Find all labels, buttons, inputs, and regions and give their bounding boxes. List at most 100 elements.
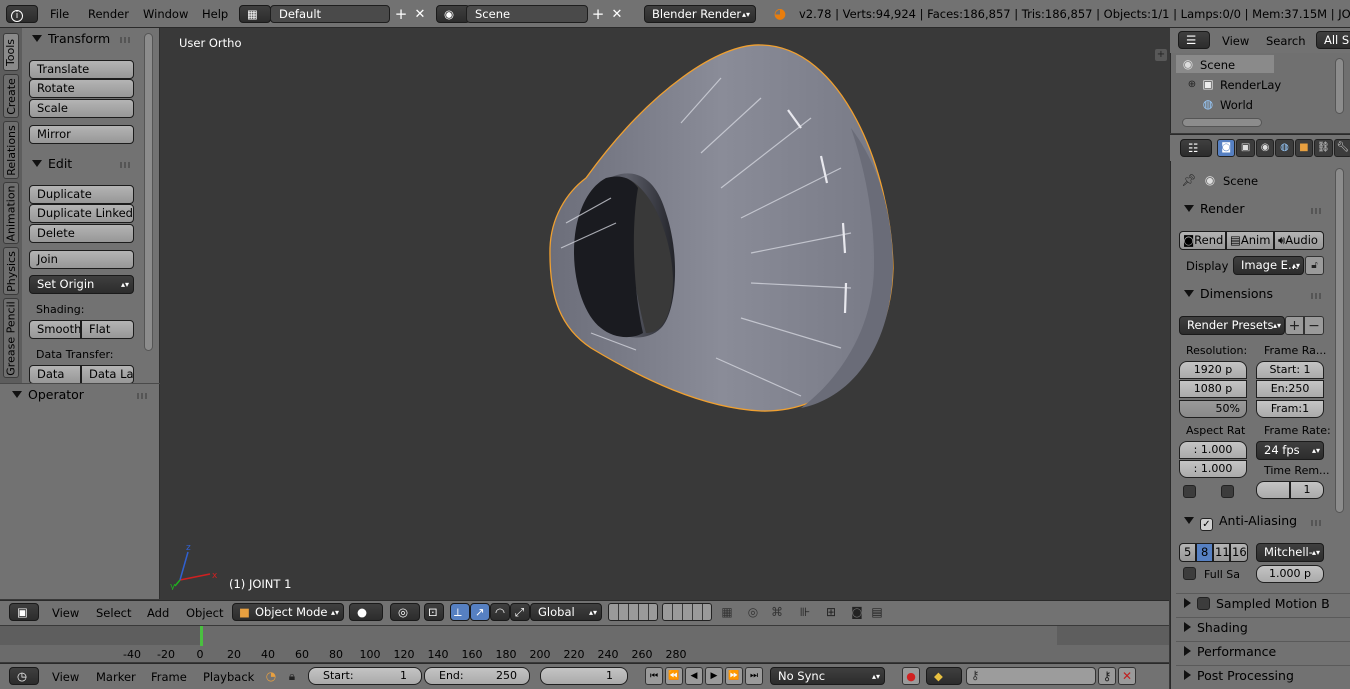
motion-blur-checkbox[interactable] — [1197, 597, 1210, 610]
set-origin-dropdown[interactable]: Set Origin ▴▾ — [29, 275, 134, 294]
data-layers-button[interactable]: Data La — [81, 365, 134, 384]
panel-grip-icon[interactable] — [120, 37, 132, 43]
flat-button[interactable]: Flat — [81, 320, 134, 339]
modifiers-tab-icon[interactable]: 🔧︎ — [1333, 139, 1350, 157]
duplicate-button[interactable]: Duplicate — [29, 185, 134, 204]
layer-buttons-group-2[interactable] — [662, 603, 712, 621]
close-layout-icon[interactable]: ✕ — [412, 6, 428, 22]
menu-file[interactable]: File — [50, 6, 69, 22]
outliner-item-renderlayer[interactable]: RenderLay — [1220, 77, 1281, 93]
pin-icon[interactable]: 📌︎ — [1181, 172, 1197, 188]
current-frame-field[interactable]: 1 — [540, 667, 628, 685]
play-reverse-icon[interactable]: ◀ — [685, 667, 703, 685]
frame-rate-dropdown[interactable]: 24 fps ▴▾ — [1256, 441, 1324, 460]
outliner-vscroll[interactable] — [1335, 58, 1344, 114]
properties-scrollbar[interactable] — [1335, 168, 1344, 513]
view3d-menu-object[interactable]: Object — [186, 605, 223, 621]
tab-physics[interactable]: Physics — [3, 247, 19, 295]
editor-type-3dview-button[interactable]: ▣ — [9, 603, 39, 621]
active-keying-set-field[interactable]: ⚷ — [966, 667, 1096, 685]
time-remap-old-field[interactable] — [1256, 481, 1290, 499]
timeline-menu-marker[interactable]: Marker — [96, 669, 136, 685]
menu-render[interactable]: Render — [88, 6, 129, 22]
frame-end-field[interactable]: En:250 — [1256, 380, 1324, 398]
menu-help[interactable]: Help — [202, 6, 228, 22]
end-frame-field[interactable]: End: 250 — [424, 667, 530, 685]
transform-panel-header[interactable]: Transform — [32, 30, 110, 48]
translate-button[interactable]: Translate — [29, 60, 134, 79]
timeline-menu-frame[interactable]: Frame — [151, 669, 187, 685]
rotate-button[interactable]: Rotate — [29, 79, 134, 98]
tool-shelf-scrollbar[interactable] — [144, 33, 153, 351]
mesh-joint-object[interactable] — [161, 28, 1169, 599]
jump-end-icon[interactable]: ⏭ — [745, 667, 763, 685]
tab-relations[interactable]: Relations — [3, 121, 19, 179]
mirror-button[interactable]: Mirror — [29, 125, 134, 144]
view3d-menu-select[interactable]: Select — [96, 605, 131, 621]
aa-filter-dropdown[interactable]: Mitchell- ▴▾ — [1256, 543, 1324, 562]
tab-grease-pencil[interactable]: Grease Pencil — [3, 298, 19, 378]
panel-grip-icon[interactable] — [137, 393, 149, 399]
shading-panel-header[interactable]: Shading — [1184, 619, 1248, 637]
proportional-edit-icon[interactable]: ◎ — [744, 604, 762, 620]
resolution-percentage-slider[interactable]: 50% — [1179, 400, 1247, 418]
pivot-point-dropdown[interactable]: ◎ — [390, 603, 420, 621]
scene-name-field[interactable]: Scene — [466, 5, 588, 23]
resolution-x-field[interactable]: 1920 p — [1179, 361, 1247, 379]
render-audio-button[interactable]: 🔊︎Audio — [1274, 231, 1324, 250]
aspect-x-field[interactable]: : 1.000 — [1179, 441, 1247, 459]
view3d-menu-add[interactable]: Add — [147, 605, 169, 621]
outliner-menu-view[interactable]: View — [1222, 33, 1249, 49]
remove-preset-icon[interactable]: − — [1304, 316, 1324, 335]
render-animation-icon[interactable]: ▤ — [868, 604, 886, 620]
render-panel-header[interactable]: Render — [1184, 200, 1245, 218]
add-preset-icon[interactable]: + — [1285, 316, 1304, 335]
resolution-y-field[interactable]: 1080 p — [1179, 380, 1247, 398]
join-button[interactable]: Join — [29, 250, 134, 269]
sync-mode-dropdown[interactable]: No Sync ▴▾ — [770, 667, 885, 685]
outliner-hscroll[interactable] — [1182, 118, 1262, 127]
dimensions-panel-header[interactable]: Dimensions — [1184, 285, 1273, 303]
scale-manipulator-button[interactable]: ⤢ — [510, 603, 530, 621]
keying-set-dropdown[interactable]: ◆ — [926, 667, 962, 685]
playhead[interactable] — [200, 626, 203, 646]
filter-size-field[interactable]: 1.000 p — [1256, 565, 1324, 583]
delete-button[interactable]: Delete — [29, 224, 134, 243]
layer-buttons-group-1[interactable] — [608, 603, 658, 621]
render-engine-dropdown[interactable]: Blender Render ▴▾ — [644, 5, 756, 23]
time-remap-new-field[interactable]: 1 — [1290, 481, 1324, 499]
render-still-button[interactable]: ◙Rend — [1179, 231, 1226, 250]
jump-start-icon[interactable]: ⏮ — [645, 667, 663, 685]
anti-aliasing-panel-header[interactable]: ✓ Anti-Aliasing — [1184, 512, 1297, 531]
view3d-menu-view[interactable]: View — [52, 605, 79, 621]
aspect-y-field[interactable]: : 1.000 — [1179, 460, 1247, 478]
panel-grip-icon[interactable] — [1311, 293, 1323, 299]
record-icon[interactable]: ● — [902, 667, 920, 685]
tab-tools[interactable]: Tools — [3, 33, 19, 71]
tab-create[interactable]: Create — [3, 74, 19, 118]
panel-grip-icon[interactable] — [1311, 520, 1323, 526]
display-dropdown[interactable]: Image E... ▴▾ — [1233, 256, 1304, 275]
snap-element-icon[interactable]: ⊪ — [790, 604, 820, 620]
frame-step-field[interactable]: Fram:1 — [1256, 400, 1324, 418]
aa-samples-16[interactable]: 16 — [1230, 543, 1248, 562]
snap-target-icon[interactable]: ⊞ — [822, 604, 840, 620]
lock-layers-icon[interactable]: ▦ — [718, 604, 736, 620]
editor-type-timeline-button[interactable]: ◷ — [9, 667, 39, 685]
data-transfer-button[interactable]: Data — [29, 365, 81, 384]
render-still-icon[interactable]: ◙ — [848, 604, 866, 620]
border-checkbox[interactable] — [1183, 485, 1196, 499]
scene-selector[interactable]: ◉ — [436, 5, 470, 23]
editor-type-info-button[interactable]: i — [6, 5, 38, 23]
add-scene-icon[interactable]: + — [590, 5, 606, 23]
performance-panel-header[interactable]: Performance — [1184, 643, 1276, 661]
render-presets-dropdown[interactable]: Render Presets ▴▾ — [1179, 316, 1285, 335]
panel-grip-icon[interactable] — [120, 162, 132, 168]
world-tab-icon[interactable]: ◍ — [1275, 139, 1294, 157]
jump-keyframe-forward-icon[interactable]: ⏩ — [725, 667, 743, 685]
close-scene-icon[interactable]: ✕ — [609, 6, 625, 22]
render-layers-tab-icon[interactable]: ▣ — [1236, 139, 1255, 157]
operator-panel-header[interactable]: Operator — [12, 386, 84, 404]
smooth-button[interactable]: Smooth — [29, 320, 81, 339]
screen-layout-selector[interactable]: ▦ — [239, 5, 271, 23]
